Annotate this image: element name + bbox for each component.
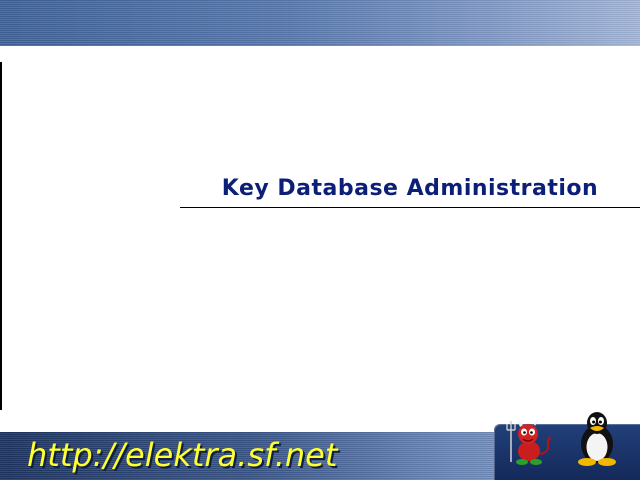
left-vertical-rule <box>0 62 2 410</box>
bsd-daemon-icon <box>506 419 552 465</box>
project-url: http://elektra.sf.net <box>27 436 338 474</box>
top-banner <box>0 0 640 46</box>
slide: Key Database Administration http://elekt… <box>0 0 640 480</box>
slide-title: Key Database Administration <box>221 176 599 201</box>
title-underline <box>180 207 640 208</box>
tux-penguin-icon <box>578 412 616 466</box>
